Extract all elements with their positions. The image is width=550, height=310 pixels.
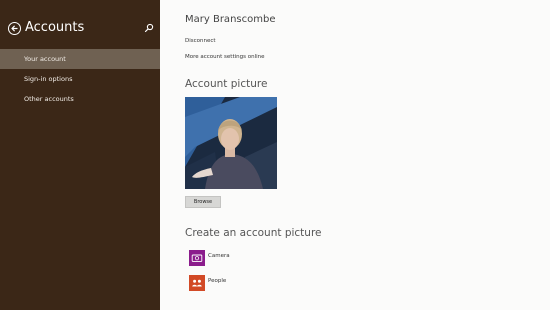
user-name: Mary Branscombe xyxy=(185,14,276,25)
sidebar-title: Accounts xyxy=(25,20,85,35)
create-account-picture-heading: Create an account picture xyxy=(185,227,322,239)
sidebar-item-sign-in-options[interactable]: Sign-in options xyxy=(0,69,160,89)
sidebar-item-your-account[interactable]: Your account xyxy=(0,49,160,69)
browse-button[interactable]: Browse xyxy=(185,196,221,208)
back-arrow-icon[interactable] xyxy=(8,22,21,35)
main-content: Mary Branscombe Disconnect More account … xyxy=(160,0,550,310)
people-app-label[interactable]: People xyxy=(208,278,226,284)
people-icon[interactable] xyxy=(189,275,205,291)
camera-app-label[interactable]: Camera xyxy=(208,253,230,259)
camera-icon[interactable] xyxy=(189,250,205,266)
more-account-settings-link[interactable]: More account settings online xyxy=(185,54,265,60)
sidebar-item-other-accounts[interactable]: Other accounts xyxy=(0,89,160,109)
disconnect-link[interactable]: Disconnect xyxy=(185,38,216,44)
account-picture-heading: Account picture xyxy=(185,78,268,90)
sidebar: Accounts Your account Sign-in options Ot… xyxy=(0,0,160,310)
account-picture xyxy=(185,97,277,189)
search-icon[interactable] xyxy=(144,23,154,33)
